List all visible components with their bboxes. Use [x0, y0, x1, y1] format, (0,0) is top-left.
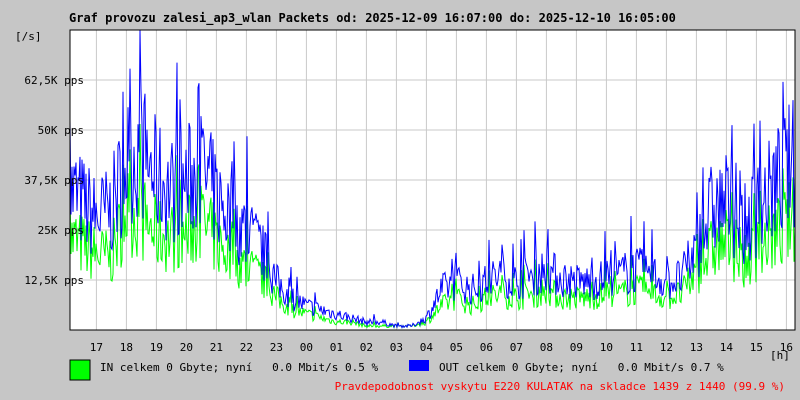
x-tick-label: 19: [150, 341, 163, 354]
x-tick-label: 22: [240, 341, 253, 354]
chart-title: Graf provozu zalesi_ap3_wlan Packets od:…: [69, 11, 676, 26]
y-tick-label: 25K pps: [38, 224, 84, 237]
x-tick-label: 11: [630, 341, 643, 354]
footer-note: Pravdepodobnost vyskytu E220 KULATAK na …: [335, 380, 785, 393]
x-tick-label: 18: [120, 341, 133, 354]
x-tick-label: 15: [750, 341, 763, 354]
x-tick-label: 13: [690, 341, 703, 354]
legend-in-swatch: [69, 359, 91, 381]
x-tick-label: 00: [300, 341, 313, 354]
x-tick-label: 06: [480, 341, 493, 354]
x-tick-label: 05: [450, 341, 463, 354]
x-tick-label: 10: [600, 341, 613, 354]
traffic-chart: Graf provozu zalesi_ap3_wlan Packets od:…: [15, 11, 796, 393]
x-tick-label: 03: [390, 341, 403, 354]
x-tick-label: 17: [90, 341, 103, 354]
x-tick-label: 01: [330, 341, 343, 354]
y-tick-label: 50K pps: [38, 124, 84, 137]
legend-out-swatch: [409, 360, 429, 371]
x-tick-label: 12: [660, 341, 673, 354]
y-axis-label: [/s]: [15, 30, 42, 43]
x-tick-label: 14: [720, 341, 734, 354]
x-tick-label: 23: [270, 341, 283, 354]
x-tick-label: 07: [510, 341, 523, 354]
legend-in-label: IN celkem 0 Gbyte; nyní 0.0 Mbit/s 0.5 %: [100, 361, 379, 374]
y-tick-label: 12,5K pps: [24, 274, 84, 287]
y-tick-label: 62,5K pps: [24, 74, 84, 87]
x-axis-label: [h]: [770, 349, 790, 362]
x-tick-label: 20: [180, 341, 193, 354]
x-tick-label: 09: [570, 341, 583, 354]
x-ticks: 17 18 19 20 21 22 23 00 01 02 03 04 05 06 07 08 09 10 11 12…: [90, 341, 793, 354]
x-tick-label: 08: [540, 341, 553, 354]
x-tick-label: 04: [420, 341, 434, 354]
x-tick-label: 02: [360, 341, 373, 354]
y-tick-label: 37,5K pps: [24, 174, 84, 187]
legend-out-label: OUT celkem 0 Gbyte; nyní 0.0 Mbit/s 0.7 …: [439, 361, 724, 374]
x-tick-label: 21: [210, 341, 223, 354]
